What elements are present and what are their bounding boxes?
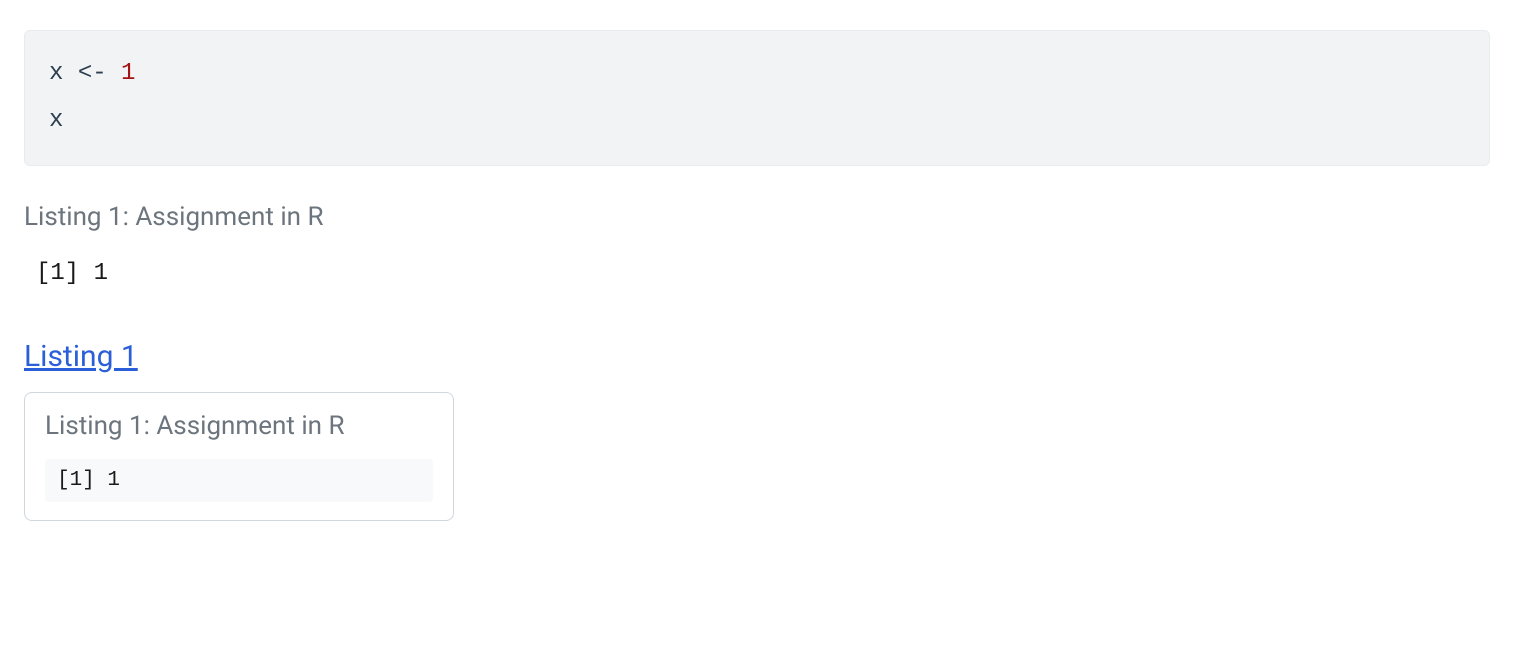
code-token-var: x [49, 107, 63, 134]
code-line-1: x <- 1 [49, 51, 1465, 98]
code-token-operator: <- [78, 60, 107, 87]
code-output: [1] 1 [24, 260, 1490, 287]
code-block: x <- 1 x [24, 30, 1490, 166]
listing-caption: Listing 1: Assignment in R [24, 202, 1490, 232]
code-line-2: x [49, 98, 1465, 145]
listing-link[interactable]: Listing 1 [24, 339, 138, 374]
listing-hover-card: Listing 1: Assignment in R [1] 1 [24, 392, 454, 521]
hover-caption: Listing 1: Assignment in R [45, 411, 433, 441]
code-token-number: 1 [121, 60, 135, 87]
code-token-var: x [49, 60, 63, 87]
hover-output: [1] 1 [45, 459, 433, 502]
